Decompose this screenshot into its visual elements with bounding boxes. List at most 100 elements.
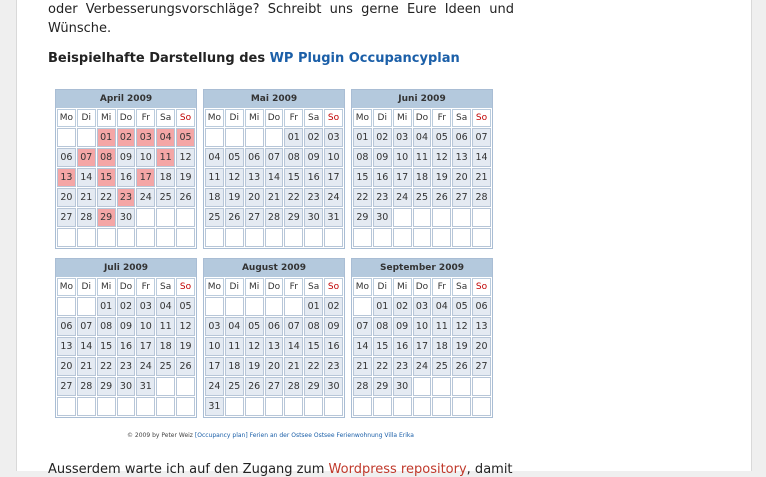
day-cell: 11	[156, 148, 176, 167]
day-cell: 05	[176, 297, 195, 316]
day-cell: 21	[472, 168, 491, 187]
day-cell: 10	[136, 317, 156, 336]
calendar-july: Juli 2009 Mo Di Mi Do Fr Sa So 01 02 03 04 05 06 07 08 0…	[55, 258, 197, 418]
day-cell: 29	[372, 377, 392, 396]
day-cell: 19	[244, 357, 264, 376]
empty-cell	[372, 397, 392, 416]
day-cell: 26	[176, 188, 195, 207]
weekday-header: Mo	[353, 278, 372, 296]
credit-link-occupancy[interactable]: [Occupancy plan]	[195, 432, 248, 439]
empty-cell	[57, 297, 76, 316]
day-cell: 02	[324, 297, 343, 316]
empty-cell	[205, 228, 224, 247]
empty-cell	[412, 397, 432, 416]
day-cell: 27	[57, 208, 76, 227]
day-cell: 21	[264, 188, 284, 207]
empty-cell	[116, 397, 136, 416]
empty-cell	[412, 377, 432, 396]
weekday-header: Sa	[156, 109, 176, 127]
plugin-link[interactable]: WP Plugin Occupancyplan	[270, 51, 460, 66]
day-cell: 18	[432, 337, 452, 356]
credit-link-ferien[interactable]: Ferien an der Ostsee	[250, 432, 312, 439]
empty-cell	[452, 208, 472, 227]
weekday-header: Do	[116, 278, 136, 296]
day-cell: 25	[156, 188, 176, 207]
day-cell: 10	[205, 337, 224, 356]
empty-cell	[284, 397, 304, 416]
empty-cell	[205, 128, 224, 147]
day-cell: 02	[392, 297, 412, 316]
weekday-header: Do	[116, 109, 136, 127]
day-cell: 06	[452, 128, 472, 147]
day-cell: 07	[353, 317, 372, 336]
empty-cell	[452, 377, 472, 396]
empty-cell	[96, 228, 116, 247]
intro-paragraph: oder Verbesserungsvorschläge? Schreibt u…	[48, 0, 514, 38]
day-cell: 03	[412, 297, 432, 316]
day-cell: 05	[432, 128, 452, 147]
day-cell: 04	[412, 128, 432, 147]
day-cell: 28	[472, 188, 491, 207]
empty-cell	[264, 128, 284, 147]
empty-cell	[205, 297, 224, 316]
empty-cell	[116, 228, 136, 247]
weekday-header: So	[324, 109, 343, 127]
calendar-title: September 2009	[352, 259, 492, 277]
day-cell: 31	[324, 208, 343, 227]
weekday-header: Do	[412, 109, 432, 127]
calendar-september: September 2009 Mo Di Mi Do Fr Sa So 01 02 03 04 05 06…	[351, 258, 493, 418]
day-cell: 13	[57, 168, 76, 187]
day-cell: 25	[412, 188, 432, 207]
empty-cell	[472, 228, 491, 247]
empty-cell	[472, 397, 491, 416]
day-cell: 27	[244, 208, 264, 227]
day-cell: 26	[452, 357, 472, 376]
day-cell: 27	[57, 377, 76, 396]
empty-cell	[136, 208, 156, 227]
empty-cell	[432, 228, 452, 247]
empty-cell	[57, 228, 76, 247]
calendar-grid: Mo Di Mi Do Fr Sa So 01 02 03 04 05 06 07 08 09 10 11 12 13…	[352, 277, 492, 417]
empty-cell	[304, 228, 324, 247]
empty-cell	[284, 228, 304, 247]
day-cell: 29	[353, 208, 372, 227]
day-cell: 16	[392, 337, 412, 356]
day-cell: 11	[412, 148, 432, 167]
day-cell: 12	[244, 337, 264, 356]
empty-cell	[156, 228, 176, 247]
day-cell: 29	[96, 208, 116, 227]
day-cell: 19	[224, 188, 244, 207]
empty-cell	[324, 397, 343, 416]
empty-cell	[324, 228, 343, 247]
day-cell: 12	[176, 317, 195, 336]
credit-link-villa[interactable]: Ostsee Ferienwohnung Villa Erika	[314, 432, 414, 439]
day-cell: 23	[392, 357, 412, 376]
empty-cell	[432, 397, 452, 416]
day-cell: 10	[392, 148, 412, 167]
calendar-title: Juli 2009	[56, 259, 196, 277]
empty-cell	[432, 208, 452, 227]
day-cell: 22	[304, 357, 324, 376]
day-cell: 08	[96, 317, 116, 336]
intro-line-1: oder Verbesserungsvorschläge? Schreibt u…	[48, 2, 514, 17]
day-cell: 14	[76, 168, 96, 187]
weekday-header: Do	[264, 278, 284, 296]
wordpress-repository-link[interactable]: Wordpress repository	[329, 462, 467, 477]
empty-cell	[57, 128, 76, 147]
empty-cell	[392, 228, 412, 247]
day-cell: 08	[284, 148, 304, 167]
day-cell: 13	[244, 168, 264, 187]
day-cell: 10	[412, 317, 432, 336]
empty-cell	[156, 377, 176, 396]
day-cell: 03	[136, 297, 156, 316]
empty-cell	[452, 397, 472, 416]
day-cell: 03	[205, 317, 224, 336]
day-cell: 12	[452, 317, 472, 336]
weekday-header: Do	[412, 278, 432, 296]
day-cell: 07	[76, 148, 96, 167]
weekday-header: Sa	[304, 109, 324, 127]
day-cell: 06	[57, 317, 76, 336]
weekday-header: Di	[224, 278, 244, 296]
empty-cell	[412, 208, 432, 227]
calendar-title: August 2009	[204, 259, 344, 277]
